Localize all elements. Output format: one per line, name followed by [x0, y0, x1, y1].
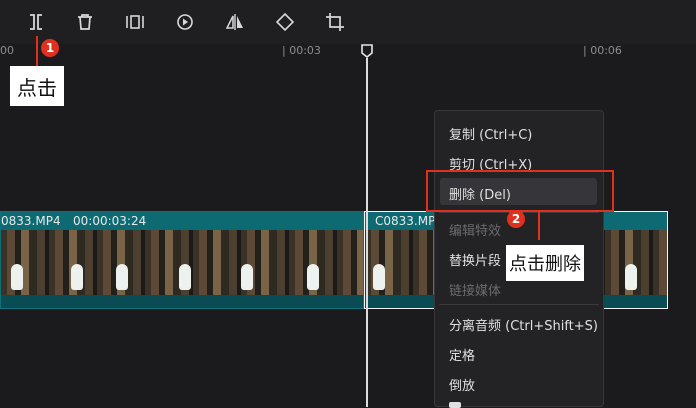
clip-duration: 00:00:03:24 [73, 214, 147, 228]
playhead-line [366, 58, 368, 407]
menu-separator [439, 304, 599, 305]
menu-item-edit-effects: 编辑特效 [449, 224, 502, 239]
reverse-icon[interactable] [173, 10, 197, 34]
ruler-label: | 00:03 [282, 44, 321, 57]
clip-filename: 0833.MP4 [1, 214, 61, 228]
ruler-label: | 00:06 [583, 44, 622, 57]
menu-item-freeze[interactable]: 定格 [449, 345, 475, 364]
delete-icon[interactable] [73, 10, 97, 34]
menu-item-replace-clip[interactable]: 替换片段 [449, 250, 501, 269]
menu-item-cutoff [449, 402, 461, 408]
freeze-frame-icon[interactable] [123, 10, 147, 34]
menu-item-reverse[interactable]: 倒放 [449, 375, 475, 394]
annotation-highlight-box [426, 170, 614, 212]
crop-icon[interactable] [323, 10, 347, 34]
menu-item-separate-audio[interactable]: 分离音频 (Ctrl+Shift+S) [449, 315, 598, 334]
annotation-badge-1: 1 [41, 39, 59, 57]
rotate-icon[interactable] [273, 10, 297, 34]
annotation-badge-2: 2 [507, 210, 525, 228]
annotation-line [36, 36, 38, 66]
ruler-label: 00 [0, 44, 14, 57]
clip-filename: C0833.MP4 [375, 214, 443, 228]
menu-item-link-media: 链接媒体 [449, 284, 502, 299]
menu-item-copy[interactable]: 复制 (Ctrl+C) [449, 124, 532, 143]
mirror-icon[interactable] [223, 10, 247, 34]
split-icon[interactable] [24, 10, 48, 34]
annotation-callout-2: 点击删除 [506, 245, 584, 281]
timeline-toolbar [0, 0, 696, 44]
clip-header: 0833.MP4 00:00:03:24 [1, 212, 363, 230]
video-clip[interactable]: 0833.MP4 00:00:03:24 [0, 211, 364, 309]
playhead-handle[interactable] [360, 44, 374, 58]
clip-thumbnails [1, 230, 363, 298]
timeline-ruler[interactable]: 00 | 00:03 | 00:06 [0, 44, 696, 62]
audio-waveform [1, 295, 363, 308]
annotation-callout-1: 点击 [10, 66, 64, 106]
annotation-line [538, 210, 540, 240]
